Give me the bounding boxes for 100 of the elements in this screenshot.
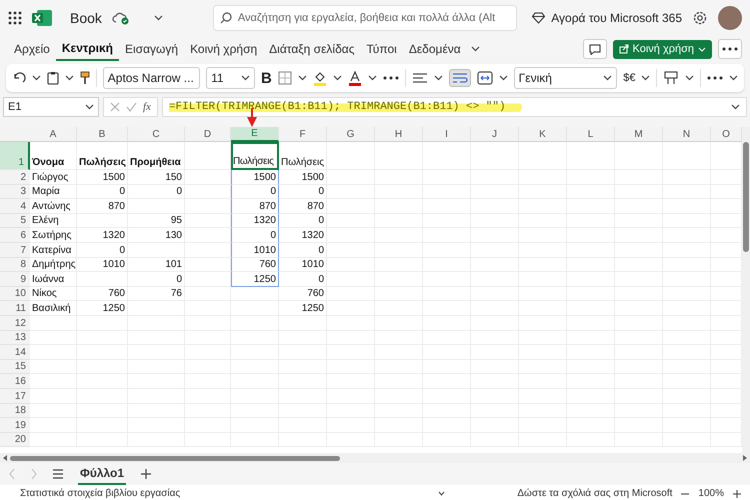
row-header[interactable]: 6	[0, 228, 30, 243]
table-cell[interactable]: 0	[279, 272, 327, 287]
row-header[interactable]: 4	[0, 199, 30, 214]
table-cell[interactable]: Πωλήσεις	[279, 142, 327, 170]
column-header[interactable]: D	[185, 127, 231, 142]
ribbon-tab[interactable]: Εισαγωγή	[119, 38, 184, 60]
column-header[interactable]: M	[615, 127, 663, 142]
table-cell[interactable]: 1320	[279, 228, 327, 243]
table-cell[interactable]: 101	[128, 258, 185, 272]
row-header[interactable]: 18	[0, 404, 30, 418]
column-header[interactable]: E	[231, 127, 279, 142]
table-cell[interactable]: 1010	[279, 258, 327, 272]
table-cell[interactable]: Δημήτρης	[30, 258, 77, 272]
column-header[interactable]: B	[77, 127, 128, 142]
table-cell[interactable]: Ελένη	[30, 214, 77, 228]
row-header[interactable]: 3	[0, 184, 30, 200]
table-cell[interactable]: 0	[77, 184, 128, 200]
column-header[interactable]: C	[128, 127, 185, 142]
column-header[interactable]: J	[471, 127, 519, 142]
table-cell[interactable]: 1010	[77, 258, 128, 272]
table-cell[interactable]: 1250	[77, 301, 128, 316]
column-header[interactable]: L	[567, 127, 615, 142]
row-header[interactable]: 11	[0, 301, 30, 316]
row-header[interactable]: 17	[0, 388, 30, 404]
row-header[interactable]: 19	[0, 418, 30, 433]
table-cell[interactable]: 1320	[77, 228, 128, 243]
table-cell[interactable]: 130	[128, 228, 185, 243]
document-title[interactable]: Book	[70, 10, 102, 26]
table-cell[interactable]: 76	[128, 286, 185, 302]
ribbon-tab[interactable]: Κεντρική	[56, 37, 119, 61]
table-cell[interactable]: 1500	[231, 170, 279, 185]
formula-field[interactable]: =FILTER(TRIMRANGE(B1:B11); TRIMRANGE(B1:B11) <> "")	[162, 97, 747, 117]
row-header[interactable]: 15	[0, 360, 30, 374]
table-cell[interactable]: Νίκος	[30, 286, 77, 302]
column-header[interactable]: H	[375, 127, 423, 142]
table-cell[interactable]: Βασιλική	[30, 301, 77, 316]
table-cell[interactable]: 0	[279, 184, 327, 200]
row-header[interactable]: 1	[0, 142, 30, 170]
row-header[interactable]: 16	[0, 374, 30, 389]
row-header[interactable]: 13	[0, 330, 30, 346]
ribbon-tab[interactable]: Αρχείο	[8, 38, 56, 60]
table-cell[interactable]: 1500	[77, 170, 128, 185]
name-box[interactable]: E1	[3, 97, 99, 117]
column-header[interactable]: O	[711, 127, 742, 142]
row-header[interactable]: 10	[0, 286, 30, 302]
table-cell[interactable]: 0	[279, 214, 327, 228]
table-cell[interactable]: 760	[77, 286, 128, 302]
font-size-dropdown[interactable]: 11	[206, 67, 256, 89]
table-cell[interactable]: Όνομα	[30, 142, 77, 170]
table-cell[interactable]: 0	[77, 242, 128, 258]
table-cell[interactable]: 1320	[231, 214, 279, 228]
feedback-link[interactable]: Δώστε τα σχόλιά σας στη Microsoft	[517, 488, 672, 499]
table-cell[interactable]: 0	[128, 272, 185, 287]
table-cell[interactable]: 1500	[279, 170, 327, 185]
table-cell[interactable]: 760	[231, 258, 279, 272]
table-cell[interactable]: Ιωάννα	[30, 272, 77, 287]
row-header[interactable]: 9	[0, 272, 30, 287]
table-cell[interactable]: 870	[77, 199, 128, 214]
row-header[interactable]: 5	[0, 214, 30, 228]
column-header[interactable]: I	[423, 127, 471, 142]
table-cell[interactable]: Μαρία	[30, 184, 77, 200]
table-cell[interactable]: 0	[279, 242, 327, 258]
table-cell[interactable]: 1250	[279, 301, 327, 316]
ribbon-tab[interactable]: Διάταξη σελίδας	[263, 38, 360, 60]
table-cell[interactable]: 0	[231, 228, 279, 243]
column-header[interactable]: N	[663, 127, 711, 142]
search-field[interactable]: Αναζήτηση για εργαλεία, βοήθεια και πολλά άλλα (Alt	[212, 5, 517, 31]
column-header[interactable]: K	[519, 127, 567, 142]
column-header[interactable]: F	[279, 127, 327, 142]
table-cell[interactable]: 150	[128, 170, 185, 185]
column-header[interactable]: A	[30, 127, 77, 142]
row-header[interactable]: 2	[0, 170, 30, 185]
table-cell[interactable]: 870	[279, 199, 327, 214]
ribbon-tab[interactable]: Τύποι	[360, 38, 403, 60]
currency-format-button[interactable]: $€	[623, 72, 636, 84]
bold-button[interactable]: B	[261, 70, 272, 86]
row-header[interactable]: 8	[0, 258, 30, 272]
row-header[interactable]: 14	[0, 345, 30, 360]
table-cell[interactable]: 95	[128, 214, 185, 228]
table-cell[interactable]: Γιώργος	[30, 170, 77, 185]
ribbon-tab[interactable]: Κοινή χρήση	[184, 38, 264, 60]
table-cell[interactable]: Κατερίνα	[30, 242, 77, 258]
insert-function-button[interactable]: fx	[143, 101, 151, 113]
table-cell[interactable]: 0	[128, 184, 185, 200]
share-button[interactable]: Κοινή χρήση	[612, 40, 712, 58]
table-cell[interactable]: 760	[279, 286, 327, 302]
number-format-dropdown[interactable]: Γενική	[514, 67, 618, 89]
table-cell[interactable]: 0	[231, 184, 279, 200]
table-cell[interactable]: 1250	[231, 272, 279, 287]
table-cell[interactable]: Πωλήσεις	[231, 142, 279, 170]
table-cell[interactable]: Προμήθεια	[128, 142, 185, 170]
table-cell[interactable]: 870	[231, 199, 279, 214]
upgrade-link[interactable]: Αγορά του Microsoft 365	[532, 11, 682, 25]
row-header[interactable]: 7	[0, 242, 30, 258]
row-header[interactable]: 20	[0, 432, 30, 448]
column-header[interactable]: G	[327, 127, 375, 142]
workbook-statistics-button[interactable]: Στατιστικά στοιχεία βιβλίου εργασίας	[20, 488, 180, 499]
ribbon-tab[interactable]: Δεδομένα	[402, 38, 467, 60]
table-cell[interactable]: 1010	[231, 242, 279, 258]
row-header[interactable]: 12	[0, 316, 30, 331]
